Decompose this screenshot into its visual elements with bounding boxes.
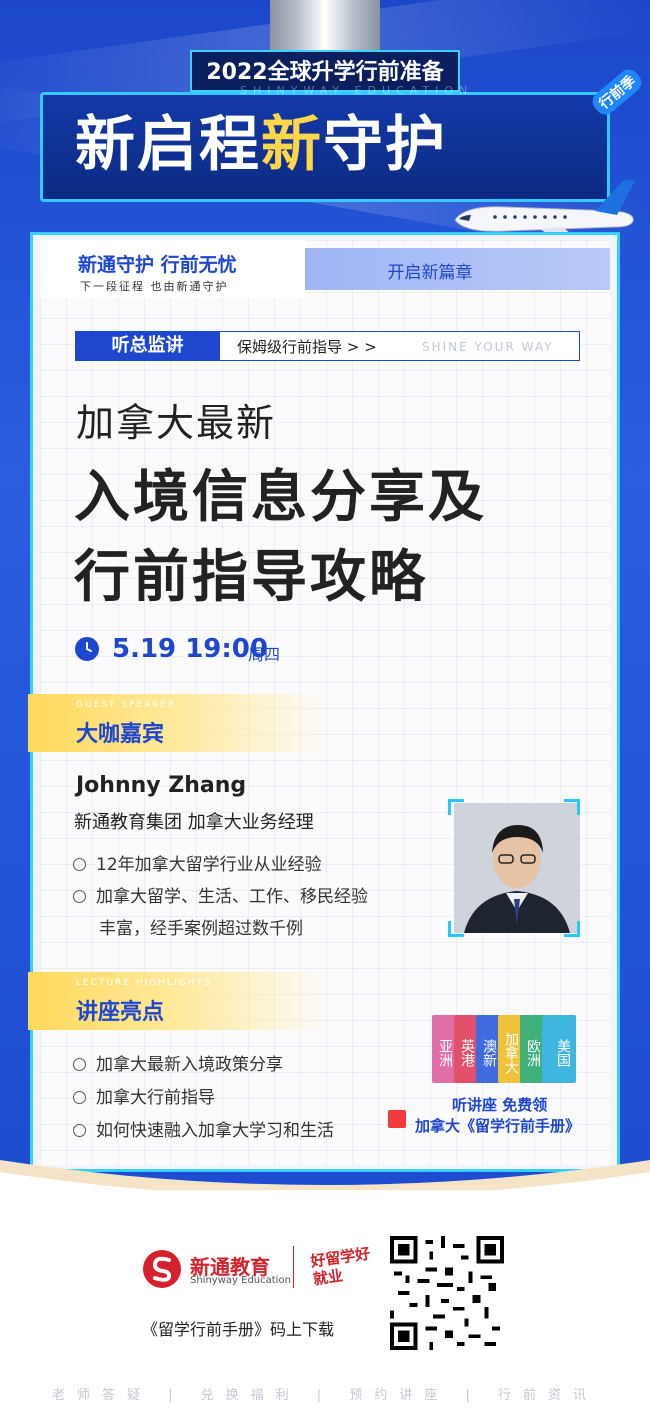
title-part-2: 新 [261, 110, 323, 180]
gift-icon [388, 1110, 406, 1128]
tab-new-chapter-label: 开启新篇章 [387, 263, 473, 283]
highlight-bullet-text: 加拿大行前指导 [96, 1088, 215, 1108]
highlights-section-en: LECTURE HIGHLIGHTS [76, 978, 212, 988]
guest-bullet: 12年加拿大留学行业从业经验 [73, 850, 322, 875]
speaker-title: 新通教育集团 加拿大业务经理 [74, 812, 314, 833]
lecture-title-line-1: 入境信息分享及 [74, 465, 487, 530]
title-part-3: 守护 [323, 110, 447, 180]
speaker-photo-frame [448, 799, 580, 937]
guest-section-en: GUEST SPEAKER [76, 700, 177, 710]
highlight-bullet: 加拿大行前指导 [73, 1083, 215, 1108]
lecture-title-line-2: 行前指导攻略 [74, 545, 428, 610]
logo-english: Shinyway Education [190, 1275, 291, 1286]
footer [0, 1190, 650, 1408]
highlight-bullet: 加拿大最新入境政策分享 [73, 1050, 283, 1075]
bullet-circle-icon [73, 1091, 86, 1104]
lecture-title-small: 加拿大最新 [76, 401, 277, 445]
handbook-name: 加拿大《留学行前手册》 [415, 1117, 581, 1135]
highlight-bullet-text: 加拿大最新入境政策分享 [96, 1055, 283, 1075]
host-tag: 听总监讲 [75, 331, 220, 361]
bullet-circle-icon [73, 1124, 86, 1137]
handbook-books: 亚洲 英港 澳新 加拿大 欧洲 美国 [432, 1015, 592, 1090]
title-part-1: 新启程 [75, 110, 261, 180]
guest-bullet-text: 加拿大留学、生活、工作、移民经验 [96, 887, 368, 907]
bullet-circle-icon [73, 890, 86, 903]
guest-bullet-text: 12年加拿大留学行业从业经验 [96, 855, 322, 875]
highlight-bullet: 如何快速融入加拿大学习和生活 [73, 1116, 334, 1141]
banner-watermark: SHINYWAY EDUCATION [240, 84, 474, 97]
lecture-date: 5.19 19:00 [112, 634, 268, 664]
guest-bullet: 加拿大留学、生活、工作、移民经验 [73, 882, 368, 907]
logo-divider [293, 1246, 294, 1288]
shinyway-logo-icon [143, 1250, 181, 1288]
guest-section-title: 大咖嘉宾 [76, 722, 165, 747]
host-text: 保姆级行前指导 > > [237, 338, 377, 356]
guest-section-bar [28, 694, 328, 752]
host-watermark: SHINE YOUR WAY [422, 340, 554, 354]
guest-bullet-continuation: 丰富，经手案例超过数千例 [99, 919, 303, 939]
qr-code[interactable] [390, 1236, 504, 1350]
download-prompt: 《留学行前手册》码上下载 [142, 1320, 335, 1339]
book-item: 美国 [542, 1015, 576, 1083]
footer-links[interactable]: 老师答疑 | 兑换福利 | 预约讲座 | 行前资讯 [0, 1384, 650, 1403]
slogan-text: 新通守护 行前无忧 [78, 254, 237, 276]
slogan-subtext: 下一段征程 也由新通守护 [80, 280, 229, 293]
clock-icon [75, 637, 99, 661]
bullet-circle-icon [73, 858, 86, 871]
bullet-circle-icon [73, 1058, 86, 1071]
highlights-section-title: 讲座亮点 [76, 1000, 165, 1025]
highlight-bullet-text: 如何快速融入加拿大学习和生活 [96, 1121, 334, 1141]
free-handbook-label: 听讲座 免费领 [452, 1096, 548, 1114]
lecture-weekday: 周四 [248, 645, 281, 664]
speaker-name: Johnny Zhang [76, 773, 247, 798]
